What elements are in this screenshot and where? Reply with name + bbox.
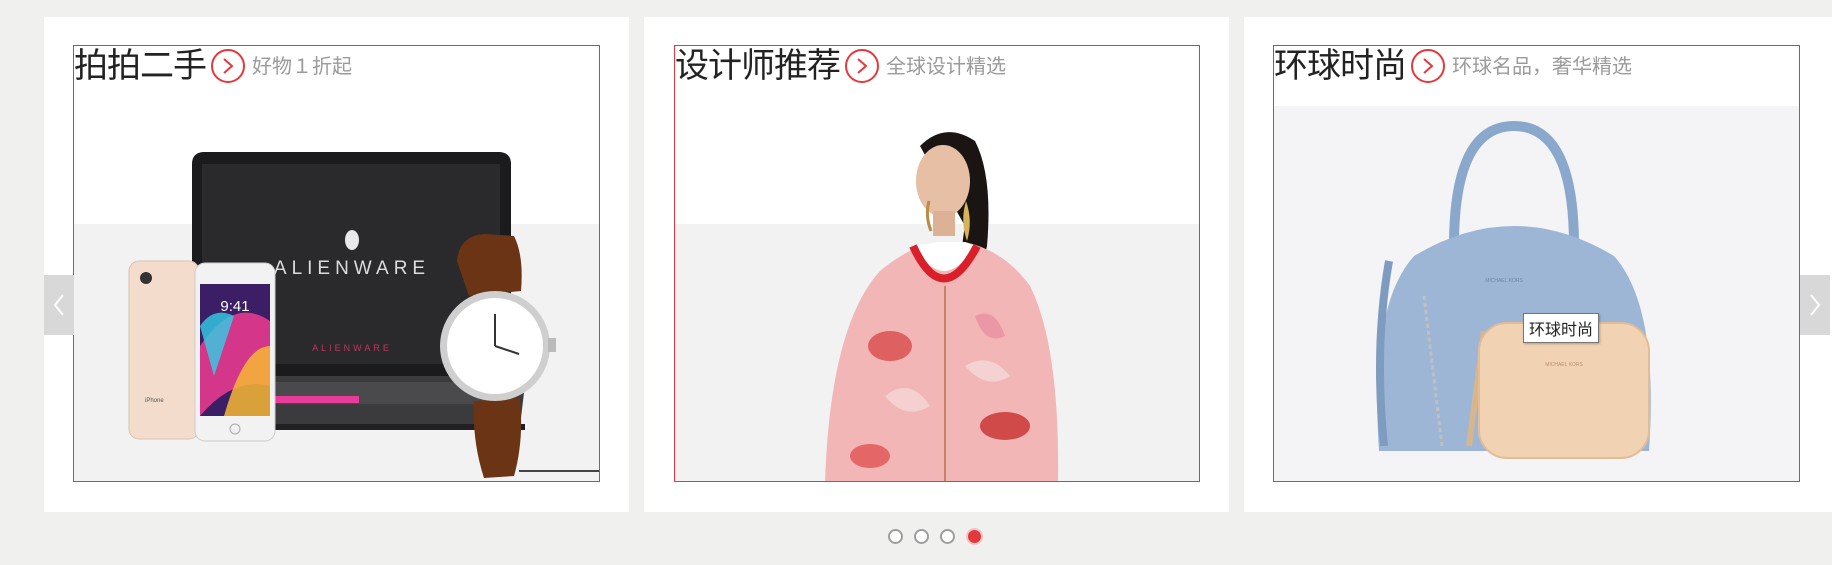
promo-card-designer[interactable]: 设计师推荐 全球设计精选: [644, 17, 1229, 512]
promo-card-title[interactable]: 设计师推荐: [675, 46, 841, 86]
svg-text:MICHAEL KORS: MICHAEL KORS: [1485, 278, 1523, 284]
laptop-brand-text: ALIENWARE: [274, 258, 430, 279]
promo-card-header[interactable]: 设计师推荐 全球设计精选: [675, 46, 1006, 86]
carousel-prev-button[interactable]: [44, 275, 74, 335]
promo-card-header[interactable]: 拍拍二手 好物１折起: [74, 46, 352, 86]
product-image-handbags[interactable]: MICHAEL KORS MICHAEL KORS: [1274, 46, 1799, 481]
chevron-left-icon: [53, 294, 64, 316]
carousel-dot-2[interactable]: [914, 529, 929, 544]
product-image-model[interactable]: [675, 46, 1199, 481]
carousel-next-button[interactable]: [1800, 275, 1830, 335]
laptop-small-brand-text: ALIENWARE: [312, 343, 392, 353]
carousel-dot-3[interactable]: [940, 529, 955, 544]
phone-label-text: iPhone: [145, 398, 164, 404]
carousel-pagination: [888, 528, 983, 545]
chevron-right-icon[interactable]: [1411, 49, 1445, 83]
product-image-electronics[interactable]: ALIENWARE ALIENWARE iPhone 9:41: [74, 46, 599, 481]
promo-card-frame[interactable]: MICHAEL KORS MICHAEL KORS 环球时尚 环球名品，奢华精选: [1273, 45, 1800, 482]
carousel-dot-4-active[interactable]: [966, 528, 983, 545]
promo-card-subtitle[interactable]: 全球设计精选: [886, 46, 1006, 86]
promo-card-fashion[interactable]: MICHAEL KORS MICHAEL KORS 环球时尚 环球名品，奢华精选: [1244, 17, 1832, 512]
promo-card-subtitle[interactable]: 好物１折起: [252, 46, 352, 86]
chevron-right-icon[interactable]: [211, 49, 245, 83]
promo-card-subtitle[interactable]: 环球名品，奢华精选: [1452, 46, 1632, 86]
promo-card-frame[interactable]: 设计师推荐 全球设计精选: [674, 45, 1200, 482]
promo-card-header[interactable]: 环球时尚 环球名品，奢华精选: [1274, 46, 1632, 86]
title-tooltip: 环球时尚: [1523, 313, 1600, 343]
promo-card-title[interactable]: 拍拍二手: [74, 46, 207, 86]
promo-carousel: ALIENWARE ALIENWARE iPhone 9:41 拍拍二手 好物１…: [0, 0, 1832, 565]
promo-card-title[interactable]: 环球时尚: [1274, 46, 1407, 86]
promo-card-frame[interactable]: ALIENWARE ALIENWARE iPhone 9:41 拍拍二手 好物１…: [73, 45, 600, 482]
chevron-right-icon[interactable]: [845, 49, 879, 83]
chevron-right-icon: [1810, 294, 1821, 316]
svg-text:MICHAEL KORS: MICHAEL KORS: [1545, 362, 1583, 368]
carousel-dot-1[interactable]: [888, 529, 903, 544]
phone-time-text: 9:41: [220, 298, 249, 315]
promo-card-paipai[interactable]: ALIENWARE ALIENWARE iPhone 9:41 拍拍二手 好物１…: [44, 17, 629, 512]
